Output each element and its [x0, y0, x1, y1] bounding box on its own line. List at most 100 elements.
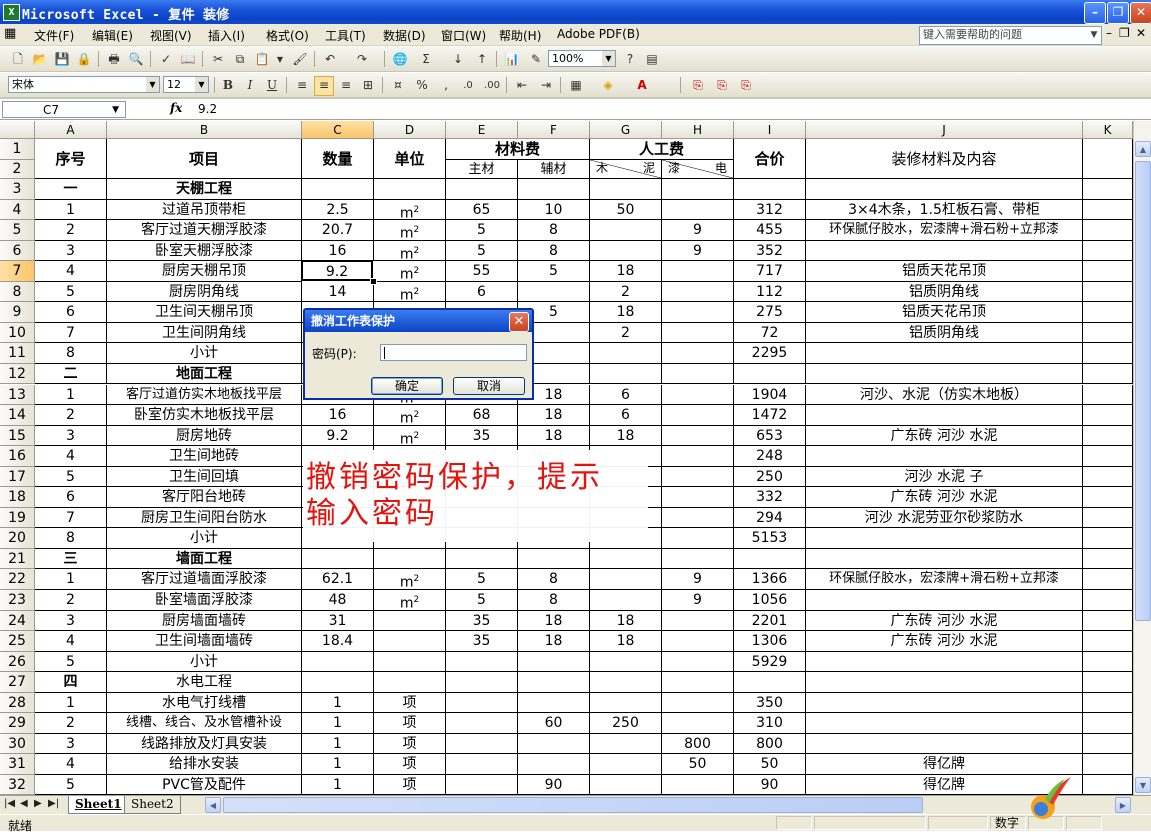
cell-k25[interactable] [1083, 631, 1133, 652]
cell-f30[interactable] [518, 733, 590, 755]
cell-j20[interactable] [806, 528, 1083, 549]
cell-c7[interactable]: 9.2 [301, 260, 373, 281]
column-header-i[interactable]: I [734, 121, 806, 139]
cell-k13[interactable] [1083, 384, 1133, 406]
cell-a8[interactable]: 5 [35, 281, 107, 303]
cell-g28[interactable] [590, 692, 662, 714]
cell-a22[interactable]: 1 [35, 569, 107, 590]
cell-f8[interactable] [518, 281, 590, 303]
cell-j23[interactable] [806, 590, 1083, 611]
pdf-convert-icon[interactable]: ⎘ [688, 76, 708, 96]
cell-k10[interactable] [1083, 322, 1133, 344]
row-header[interactable]: 8 [0, 281, 35, 303]
cell-e14[interactable]: 68 [446, 405, 518, 426]
cell-g26[interactable] [590, 651, 662, 673]
cell-g22[interactable] [590, 569, 662, 590]
vertical-scroll-thumb[interactable] [1135, 161, 1151, 621]
header-labor-paint-elec[interactable]: 漆电 [662, 160, 734, 179]
cell-i4[interactable]: 312 [734, 199, 806, 221]
cell-c31[interactable]: 1 [302, 754, 374, 775]
cell-b27[interactable]: 水电工程 [107, 672, 302, 693]
cell-e4[interactable]: 65 [446, 199, 518, 221]
chevron-down-icon[interactable]: ▼ [602, 51, 615, 66]
cell-a19[interactable]: 7 [35, 507, 107, 529]
cell-f22[interactable]: 8 [518, 569, 590, 590]
cell-h19[interactable] [662, 507, 734, 529]
cell-a13[interactable]: 1 [35, 384, 107, 406]
copy-icon[interactable]: ⧉ [230, 50, 250, 70]
cell-b6[interactable]: 卧室天棚浮胶漆 [107, 240, 302, 262]
cell-k29[interactable] [1083, 713, 1133, 734]
cell-f3[interactable] [518, 179, 590, 200]
cell-b20[interactable]: 小计 [107, 528, 302, 549]
cell-i20[interactable]: 5153 [734, 528, 806, 549]
cell-d28[interactable]: 项 [374, 692, 446, 714]
cell-i13[interactable]: 1904 [734, 384, 806, 406]
cell-h14[interactable] [662, 405, 734, 426]
cell-j27[interactable] [806, 672, 1083, 693]
column-header-f[interactable]: F [518, 121, 590, 139]
print-preview-icon[interactable]: 🔍 [126, 50, 146, 70]
cell-h27[interactable] [662, 672, 734, 693]
cell-e29[interactable] [446, 713, 518, 734]
cell-d29[interactable]: 项 [374, 713, 446, 734]
cell-b5[interactable]: 客厅过道天棚浮胶漆 [107, 220, 302, 241]
header-labor[interactable]: 人工费 [590, 139, 734, 160]
cell-b4[interactable]: 过道吊顶带柜 [107, 199, 302, 221]
save-icon[interactable]: 💾 [52, 50, 72, 70]
cell-j29[interactable] [806, 713, 1083, 734]
cell-d24[interactable] [374, 610, 446, 632]
cell-a18[interactable]: 6 [35, 487, 107, 508]
cell-k18[interactable] [1083, 487, 1133, 508]
cell-j10[interactable]: 铝质阴角线 [806, 322, 1083, 344]
cell-k4[interactable] [1083, 199, 1133, 221]
cell-c27[interactable] [302, 672, 374, 693]
cell-k3[interactable] [1083, 179, 1133, 200]
row-header[interactable]: 16 [0, 446, 35, 467]
chevron-down-icon[interactable]: ▼ [112, 102, 119, 118]
cell-a27[interactable]: 四 [35, 672, 107, 693]
underline-button[interactable]: U [262, 76, 282, 96]
cell-k27[interactable] [1083, 672, 1133, 693]
cell-f26[interactable] [518, 651, 590, 673]
cell-h3[interactable] [662, 179, 734, 200]
row-header[interactable]: 24 [0, 610, 35, 632]
row-header[interactable]: 21 [0, 548, 35, 570]
cell-h24[interactable] [662, 610, 734, 632]
cell-c5[interactable]: 20.7 [302, 220, 374, 241]
cell-i5[interactable]: 455 [734, 220, 806, 241]
cell-i8[interactable]: 112 [734, 281, 806, 303]
cell-j30[interactable] [806, 733, 1083, 755]
cell-j24[interactable]: 广东砖 河沙 水泥 [806, 610, 1083, 632]
header-main-material[interactable]: 主材 [446, 160, 518, 179]
cell-b7[interactable]: 厨房天棚吊顶 [107, 261, 302, 282]
cell-i7[interactable]: 717 [734, 261, 806, 282]
cell-d23[interactable]: m2 [374, 590, 446, 611]
cell-e28[interactable] [446, 692, 518, 714]
row-header[interactable]: 20 [0, 528, 35, 549]
cell-j11[interactable] [806, 343, 1083, 364]
cell-c24[interactable]: 31 [302, 610, 374, 632]
cell-g4[interactable]: 50 [590, 199, 662, 221]
prev-sheet-icon[interactable]: ◀ [20, 798, 28, 809]
cell-a15[interactable]: 3 [35, 425, 107, 447]
cell-c32[interactable]: 1 [302, 774, 374, 795]
cell-i28[interactable]: 350 [734, 692, 806, 714]
cell-k9[interactable] [1083, 302, 1133, 323]
row-header[interactable]: 28 [0, 692, 35, 714]
cell-f25[interactable]: 18 [518, 631, 590, 652]
menu-file[interactable]: 文件(F) [34, 27, 74, 44]
next-sheet-icon[interactable]: ▶ [34, 798, 42, 809]
menu-adobe-pdf[interactable]: Adobe PDF(B) [557, 27, 640, 41]
header-unit[interactable]: 单位 [374, 139, 446, 179]
column-header-j[interactable]: J [806, 121, 1083, 139]
cell-f27[interactable] [518, 672, 590, 693]
cell-b25[interactable]: 卫生间墙面墙砖 [107, 631, 302, 652]
cell-h30[interactable]: 800 [662, 733, 734, 755]
column-header-b[interactable]: B [107, 121, 302, 139]
cell-d30[interactable]: 项 [374, 733, 446, 755]
cell-j26[interactable] [806, 651, 1083, 673]
cell-k-header[interactable] [1083, 139, 1133, 179]
header-seq[interactable]: 序号 [35, 139, 107, 179]
cell-g24[interactable]: 18 [590, 610, 662, 632]
